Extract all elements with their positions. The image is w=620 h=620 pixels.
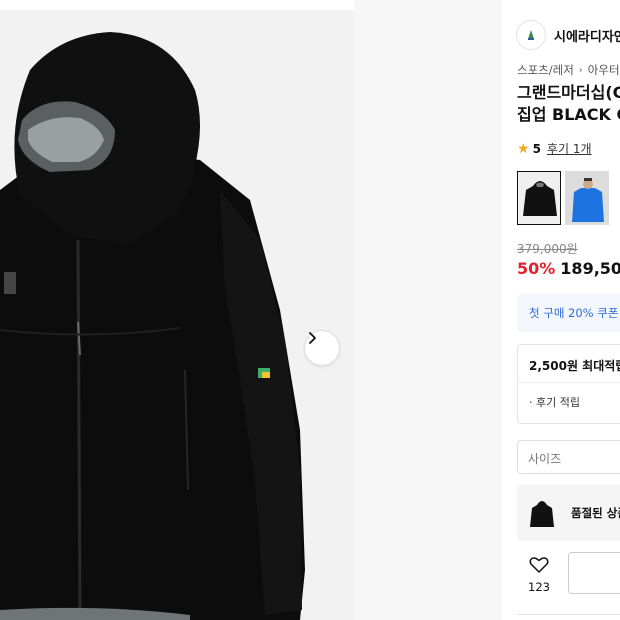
color-options — [517, 171, 609, 225]
brand-link[interactable]: 시에라디자인 — [516, 20, 620, 50]
soldout-item-thumbnail — [530, 501, 554, 527]
size-select[interactable]: 사이즈 — [517, 440, 620, 474]
product-title-line1: 그랜드마더십(G — [517, 83, 620, 102]
soldout-text: 품절된 상품 — [571, 506, 620, 520]
action-button[interactable] — [568, 552, 620, 594]
coupon-text: 첫 구매 20% 쿠폰 받 — [529, 306, 620, 320]
sale-price-row: 50%189,500 — [517, 259, 620, 278]
product-title-line2: 집업 BLACK CI — [517, 105, 620, 124]
soldout-item-card[interactable]: 품절된 상품 — [517, 485, 620, 541]
points-box: 2,500원 최대적립 · 후기 적립 — [517, 344, 620, 424]
next-image-button[interactable] — [304, 330, 340, 366]
gallery-panel-gap — [354, 0, 502, 620]
brand-logo — [516, 20, 546, 50]
chevron-right-icon: › — [578, 64, 583, 76]
color-option-black[interactable] — [517, 171, 561, 225]
heart-icon — [529, 557, 549, 578]
rating-score: 5 — [532, 141, 541, 156]
original-price: 379,000원 — [517, 242, 578, 256]
star-icon: ★ — [517, 140, 530, 157]
brand-name: 시에라디자인 — [554, 29, 620, 45]
review-count-link[interactable]: 후기 1개 — [547, 140, 592, 157]
product-info-panel: 시에라디자인 스포츠/레저 › 아우터 그랜드마더십(G 집업 BLACK CI… — [502, 0, 620, 620]
first-purchase-coupon-banner[interactable]: 첫 구매 20% 쿠폰 받 — [517, 294, 620, 332]
review-points: · 후기 적립 — [529, 396, 580, 409]
color-option-blue[interactable] — [565, 171, 609, 225]
size-select-placeholder: 사이즈 — [528, 452, 562, 466]
product-title: 그랜드마더십(G 집업 BLACK CI — [517, 82, 620, 126]
max-points: 2,500원 최대적립 — [518, 345, 620, 383]
like-button[interactable]: 123 — [524, 556, 554, 594]
like-count: 123 — [528, 580, 550, 594]
product-main-image — [0, 32, 305, 620]
divider — [517, 614, 620, 615]
breadcrumb-category[interactable]: 스포츠/레저 — [517, 62, 574, 78]
product-image-gallery — [0, 10, 354, 620]
rating-summary: ★ 5 후기 1개 — [517, 140, 592, 157]
breadcrumb: 스포츠/레저 › 아우터 — [517, 62, 620, 78]
breadcrumb-subcategory[interactable]: 아우터 — [588, 62, 620, 78]
sale-price: 189,500 — [560, 259, 620, 278]
discount-rate: 50% — [517, 259, 556, 278]
